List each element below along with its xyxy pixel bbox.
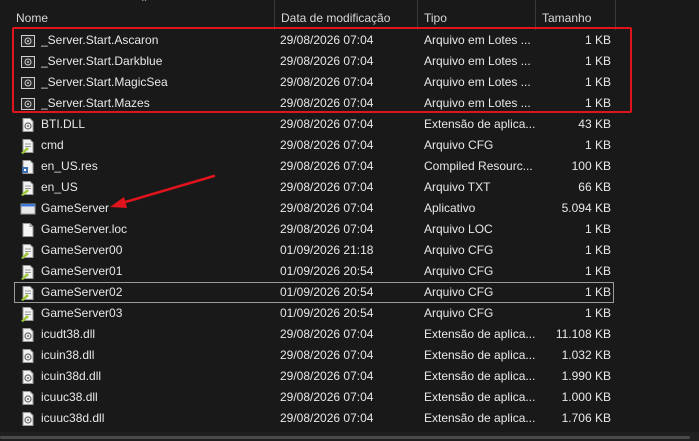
scrollbar-thumb[interactable] <box>0 436 690 439</box>
horizontal-scrollbar[interactable] <box>0 432 699 441</box>
red-arrow-annotation <box>110 174 216 208</box>
